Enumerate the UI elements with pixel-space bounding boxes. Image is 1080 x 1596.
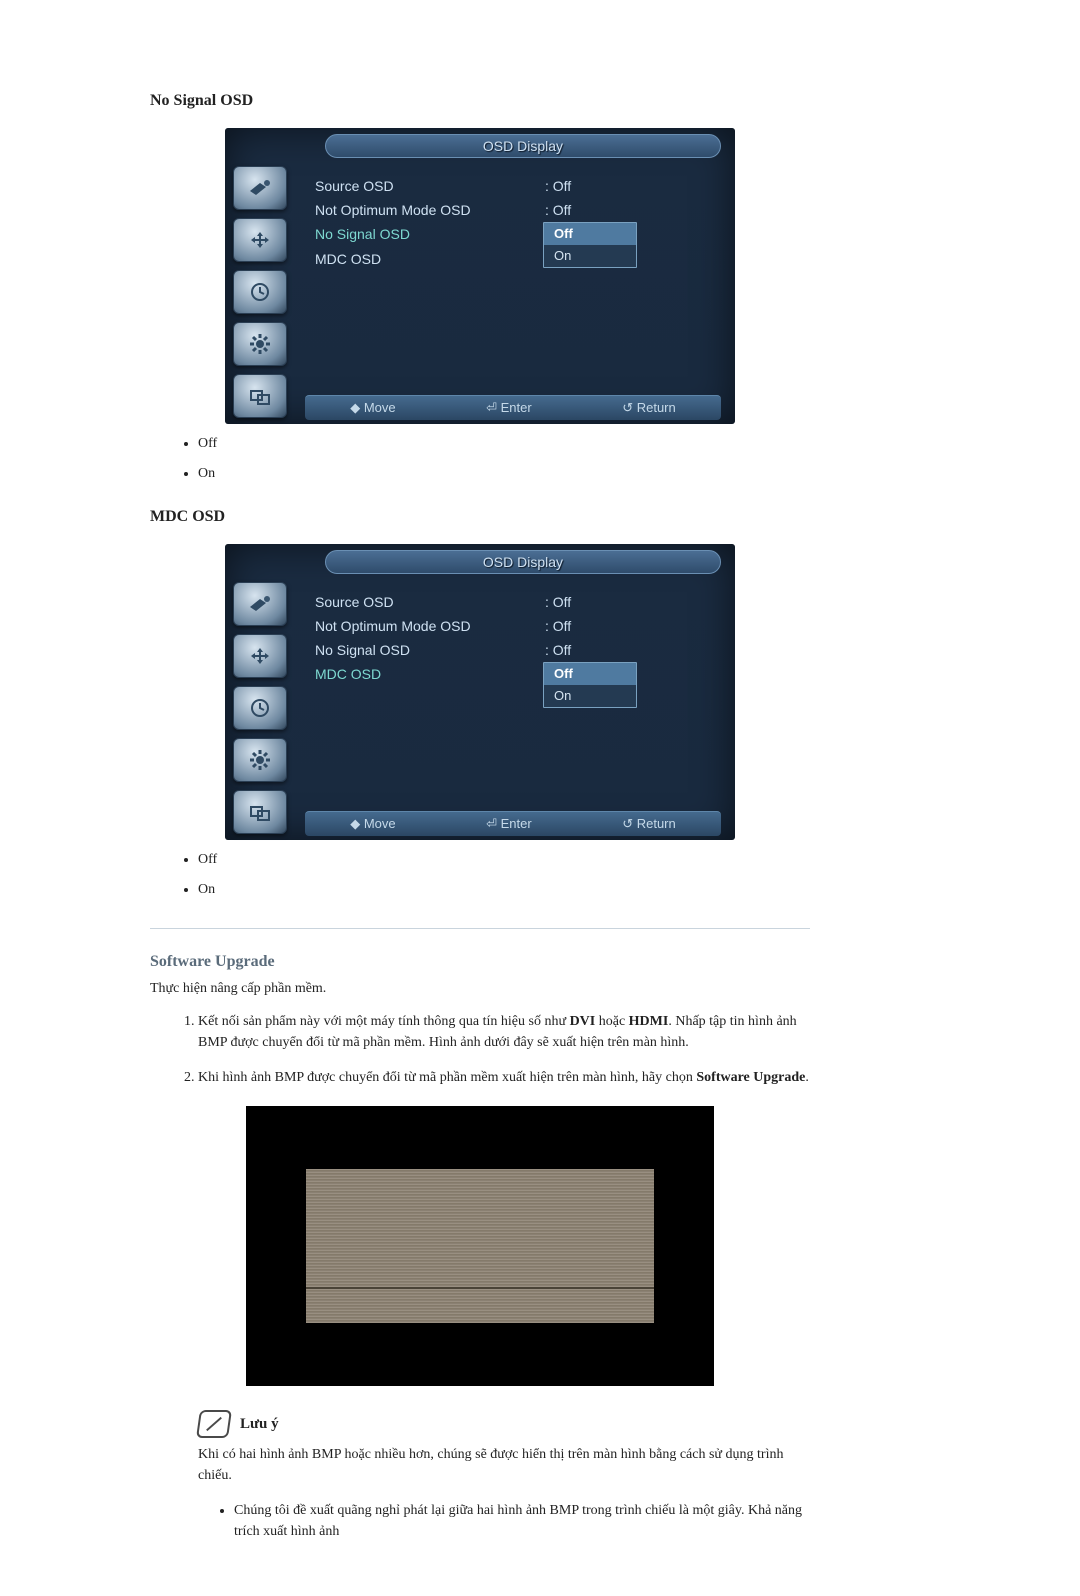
osd-value: : Off (545, 618, 571, 634)
osd-label: Not Optimum Mode OSD (315, 618, 545, 634)
osd-footer: ◆ Move ⏎ Enter ↺ Return (305, 395, 721, 420)
osd-side-icons (233, 166, 293, 418)
nav-icon-time[interactable] (233, 270, 287, 314)
osd-value: : Off (545, 642, 571, 658)
osd-row-notoptimum[interactable]: Not Optimum Mode OSD : Off (315, 198, 705, 222)
osd-label: Not Optimum Mode OSD (315, 202, 545, 218)
heading-no-signal-osd: No Signal OSD (150, 92, 810, 110)
osd-label: No Signal OSD (315, 226, 545, 242)
osd-footer-return: ↺ Return (622, 816, 676, 832)
osd-option-on[interactable]: On (544, 245, 636, 267)
osd-panel-no-signal: OSD Display So (225, 128, 735, 424)
osd-label: MDC OSD (315, 251, 545, 267)
nav-icon-gear[interactable] (233, 322, 287, 366)
osd-title: OSD Display (325, 134, 721, 158)
step-1: Kết nối sản phẩm này với một máy tính th… (198, 1011, 810, 1053)
note-bullets: Chúng tôi đề xuất quãng nghỉ phát lại gi… (150, 1500, 810, 1542)
osd-label: No Signal OSD (315, 642, 545, 658)
upgrade-intro: Thực hiện nâng cấp phần mềm. (150, 981, 810, 997)
options-list-mdc: Off On (150, 852, 810, 898)
osd-content: Source OSD : Off Not Optimum Mode OSD : … (315, 590, 705, 708)
bmp-static-image (306, 1169, 654, 1323)
osd-footer-return: ↺ Return (622, 400, 676, 416)
osd-row-nosignal-active[interactable]: No Signal OSD (315, 222, 705, 246)
osd-dropdown[interactable]: Off On (543, 222, 637, 268)
osd-row-nosignal[interactable]: No Signal OSD : Off (315, 638, 705, 662)
osd-dropdown[interactable]: Off On (543, 662, 637, 708)
list-item: On (198, 882, 810, 898)
nav-icon-time[interactable] (233, 686, 287, 730)
note-bullet: Chúng tôi đề xuất quãng nghỉ phát lại gi… (234, 1500, 810, 1542)
nav-icon-move[interactable] (233, 634, 287, 678)
osd-row-notoptimum[interactable]: Not Optimum Mode OSD : Off (315, 614, 705, 638)
osd-label: Source OSD (315, 594, 545, 610)
note-icon (196, 1410, 232, 1438)
osd-side-icons (233, 582, 293, 834)
nav-icon-move[interactable] (233, 218, 287, 262)
osd-value: : Off (545, 202, 571, 218)
nav-icon-multi[interactable] (233, 374, 287, 418)
osd-label: Source OSD (315, 178, 545, 194)
bmp-screenshot (246, 1106, 714, 1386)
osd-value: : Off (545, 178, 571, 194)
heading-software-upgrade: Software Upgrade (150, 953, 810, 971)
heading-mdc-osd: MDC OSD (150, 508, 810, 526)
osd-title: OSD Display (325, 550, 721, 574)
nav-icon-gear[interactable] (233, 738, 287, 782)
list-item: Off (198, 852, 810, 868)
section-divider (150, 928, 810, 929)
osd-row-source[interactable]: Source OSD : Off (315, 590, 705, 614)
osd-value: : Off (545, 594, 571, 610)
options-list-nosignal: Off On (150, 436, 810, 482)
list-item: On (198, 466, 810, 482)
nav-icon-tool[interactable] (233, 166, 287, 210)
list-item: Off (198, 436, 810, 452)
nav-icon-multi[interactable] (233, 790, 287, 834)
osd-row-source[interactable]: Source OSD : Off (315, 174, 705, 198)
note-label: Lưu ý (240, 1416, 279, 1433)
osd-option-off[interactable]: Off (544, 663, 636, 685)
osd-option-on[interactable]: On (544, 685, 636, 707)
note-heading: Lưu ý (198, 1410, 810, 1438)
osd-content: Source OSD : Off Not Optimum Mode OSD : … (315, 174, 705, 294)
note-body: Khi có hai hình ảnh BMP hoặc nhiều hơn, … (198, 1444, 810, 1486)
osd-row-mdc-active[interactable]: MDC OSD (315, 662, 705, 686)
osd-row-mdc[interactable]: MDC OSD (315, 270, 705, 294)
osd-panel-mdc: OSD Display So (225, 544, 735, 840)
upgrade-steps: Kết nối sản phẩm này với một máy tính th… (150, 1011, 810, 1088)
osd-footer-enter: ⏎ Enter (486, 400, 532, 416)
step-2: Khi hình ảnh BMP được chuyển đổi từ mã p… (198, 1067, 810, 1088)
osd-footer: ◆ Move ⏎ Enter ↺ Return (305, 811, 721, 836)
osd-footer-move: ◆ Move (350, 816, 395, 832)
nav-icon-tool[interactable] (233, 582, 287, 626)
osd-footer-enter: ⏎ Enter (486, 816, 532, 832)
osd-footer-move: ◆ Move (350, 400, 395, 416)
osd-option-off[interactable]: Off (544, 223, 636, 245)
osd-label: MDC OSD (315, 666, 545, 682)
